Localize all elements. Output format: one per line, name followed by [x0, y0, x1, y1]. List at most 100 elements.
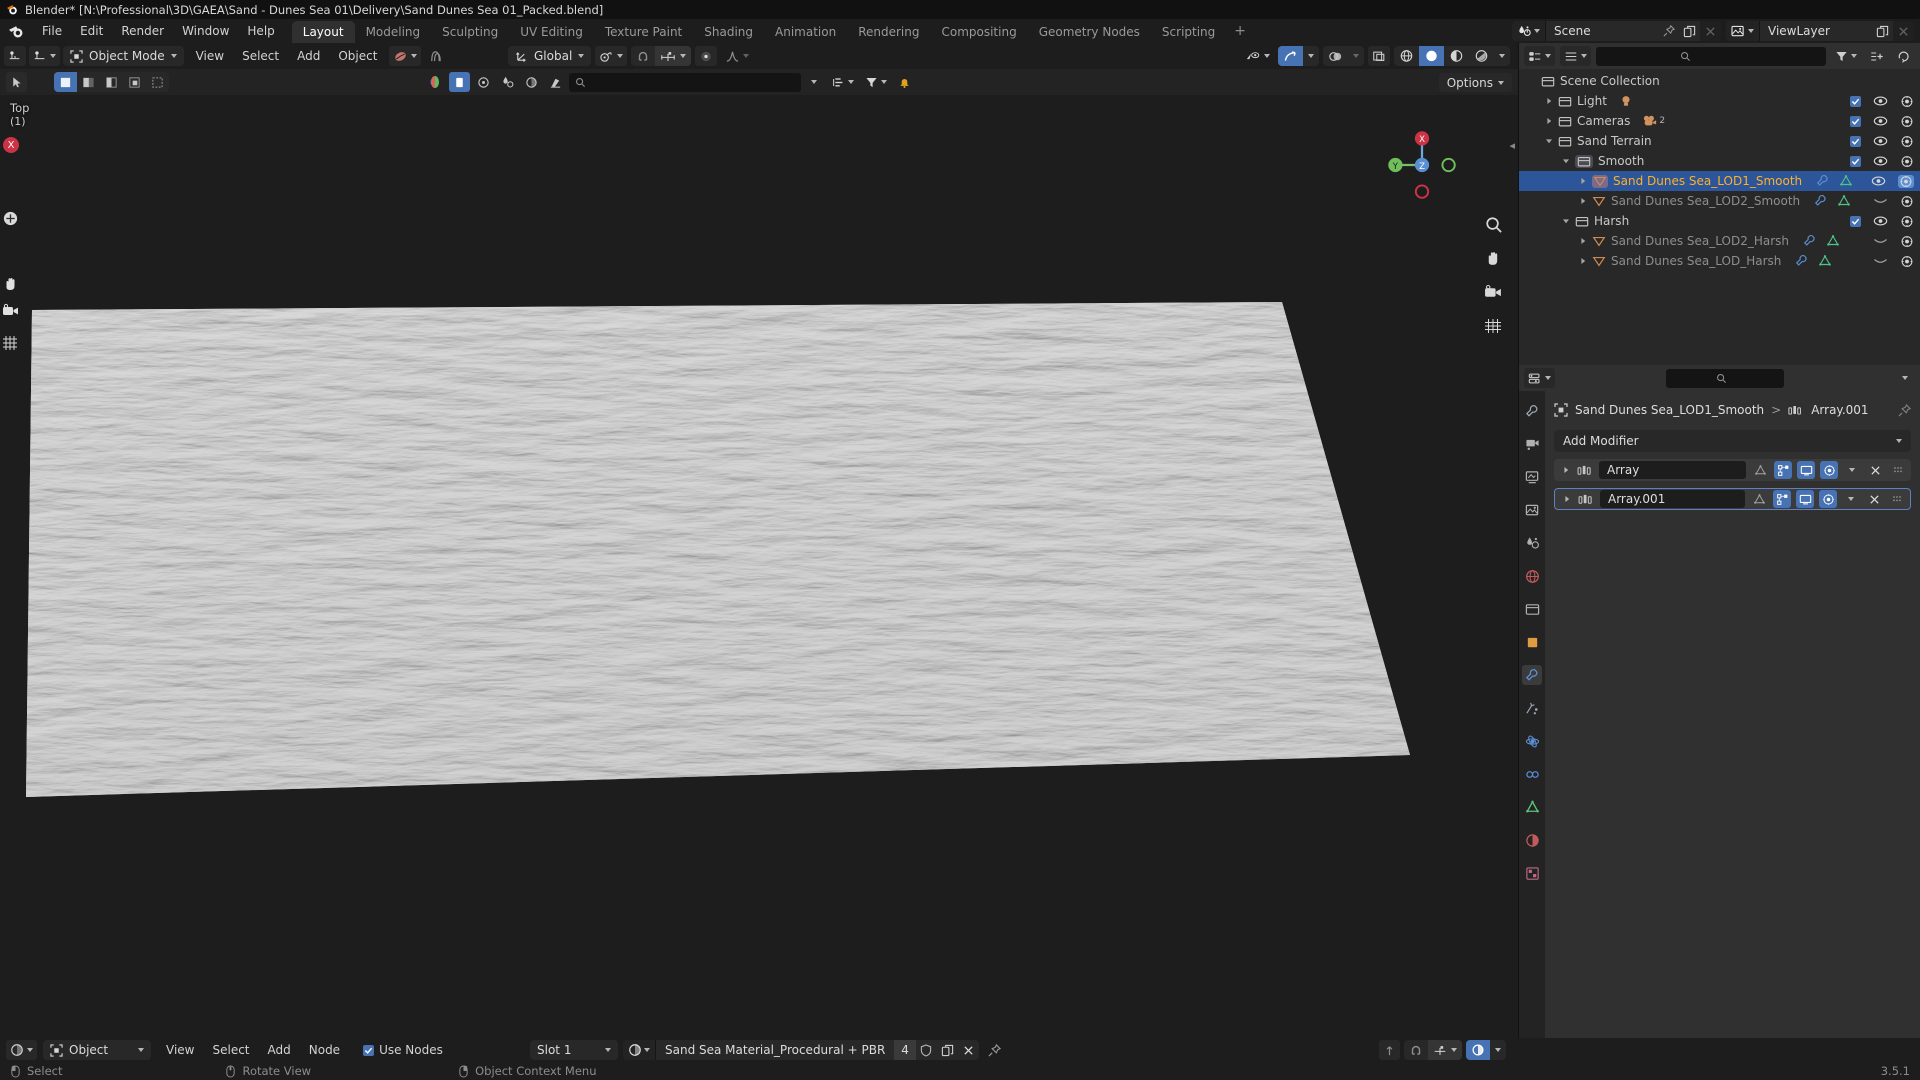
node-menu-view[interactable]: View — [157, 1040, 203, 1060]
tab-object-data[interactable] — [1522, 797, 1542, 817]
mode-icon-button[interactable] — [29, 46, 60, 66]
shading-dropdown[interactable] — [1494, 46, 1510, 66]
tab-physics[interactable] — [1522, 731, 1542, 751]
select-intersect-button[interactable] — [146, 72, 169, 92]
pin-scene-button[interactable] — [1658, 21, 1679, 41]
render-visibility-icon[interactable] — [1900, 195, 1914, 208]
add-workspace-button[interactable]: + — [1226, 20, 1254, 42]
outliner-search-input[interactable] — [1596, 46, 1826, 66]
menu-edit[interactable]: Edit — [71, 22, 112, 41]
edit-mode-display-toggle[interactable] — [1773, 490, 1791, 508]
remove-modifier-button[interactable] — [1866, 461, 1884, 479]
delete-scene-button[interactable] — [1700, 21, 1721, 41]
texture-paint-brush-icon[interactable] — [545, 72, 566, 92]
workspace-tab-compositing[interactable]: Compositing — [930, 21, 1027, 43]
exclude-checkbox[interactable] — [1850, 155, 1861, 167]
modifier-extras-dropdown[interactable] — [1843, 461, 1861, 479]
modifier-name-field[interactable]: Array.001 — [1600, 490, 1745, 508]
render-visibility-icon[interactable] — [1900, 255, 1914, 268]
transform-orientation-dropdown[interactable]: Global — [508, 46, 592, 66]
disclosure-down-icon[interactable] — [1542, 137, 1555, 145]
node-menu-node[interactable]: Node — [300, 1040, 349, 1060]
outliner-row[interactable]: Cameras 2 — [1519, 111, 1920, 131]
menu-render[interactable]: Render — [112, 22, 173, 41]
select-subtract-button[interactable] — [100, 72, 123, 92]
workspace-tab-geometry-nodes[interactable]: Geometry Nodes — [1028, 21, 1151, 43]
viewport-search-input[interactable] — [569, 72, 801, 92]
outliner-row[interactable]: Sand Dunes Sea_LOD2_Smooth — [1519, 191, 1920, 211]
tab-material[interactable] — [1522, 830, 1542, 850]
modifier-drag-handle[interactable] — [1889, 461, 1907, 479]
new-scene-button[interactable] — [1679, 21, 1700, 41]
material-name-field[interactable]: Sand Sea Material_Procedural + PBR — [656, 1040, 895, 1060]
go-to-parent-node-tree-button[interactable] — [1379, 1040, 1400, 1060]
outliner-tree[interactable]: Scene Collection Light Cameras 2 Sand Terrai… — [1519, 69, 1920, 365]
menu-help[interactable]: Help — [238, 22, 283, 41]
object-mode-dropdown[interactable]: Object Mode — [63, 46, 184, 66]
workspace-tab-animation[interactable]: Animation — [764, 21, 847, 43]
select-mode-group[interactable] — [54, 72, 169, 92]
render-display-toggle[interactable] — [1819, 490, 1837, 508]
outliner-row[interactable]: Sand Dunes Sea_LOD2_Harsh — [1519, 231, 1920, 251]
disclosure-right-icon[interactable] — [1576, 257, 1589, 265]
outliner-display-mode-dropdown[interactable] — [1560, 46, 1591, 66]
shading-modes-group[interactable] — [1394, 46, 1510, 66]
modifier-expand-icon[interactable] — [1561, 495, 1573, 503]
material-selector[interactable]: Sand Sea Material_Procedural + PBR 4 — [623, 1040, 979, 1060]
sort-options-dropdown[interactable] — [827, 72, 858, 92]
fake-user-shield-button[interactable] — [915, 1040, 937, 1060]
material-preview-button[interactable] — [1444, 46, 1469, 66]
outliner-new-collection-icon[interactable] — [1866, 46, 1888, 66]
shader-editor-type-button[interactable] — [6, 1040, 37, 1060]
node-menu-add[interactable]: Add — [259, 1040, 300, 1060]
tab-object[interactable] — [1522, 632, 1542, 652]
node-snap-magnet-icon[interactable] — [1404, 1040, 1428, 1060]
eye-open-icon[interactable] — [1873, 155, 1888, 167]
tab-view-layer[interactable] — [1522, 500, 1542, 520]
scene-selector[interactable]: Scene — [1512, 21, 1721, 41]
exclude-checkbox[interactable] — [1850, 215, 1861, 227]
workspace-tab-sculpting[interactable]: Sculpting — [431, 21, 509, 43]
tab-tool[interactable] — [1522, 401, 1542, 421]
viewport-menu-add[interactable]: Add — [288, 46, 329, 66]
overlays-dropdown[interactable] — [1348, 46, 1364, 66]
render-visibility-icon[interactable] — [1900, 95, 1914, 108]
tab-particles[interactable] — [1522, 698, 1542, 718]
properties-options-dropdown[interactable] — [1895, 368, 1915, 388]
outliner-row[interactable]: Light — [1519, 91, 1920, 111]
render-visibility-icon[interactable] — [1900, 155, 1914, 168]
workspace-tab-modeling[interactable]: Modeling — [355, 21, 432, 43]
tab-texture[interactable] — [1522, 863, 1542, 883]
node-menu-select[interactable]: Select — [203, 1040, 258, 1060]
snapping-group[interactable] — [631, 46, 692, 66]
workspace-tab-layout[interactable]: Layout — [291, 21, 355, 43]
on-cage-toggle[interactable] — [1751, 461, 1769, 479]
pivot-point-dropdown[interactable] — [595, 46, 628, 66]
new-material-button[interactable] — [936, 1040, 958, 1060]
use-nodes-checkbox-box[interactable] — [363, 1044, 375, 1056]
remove-viewlayer-button[interactable] — [1893, 21, 1914, 41]
tab-constraints[interactable] — [1522, 764, 1542, 784]
eye-open-icon[interactable] — [1873, 115, 1888, 127]
outliner-row[interactable]: Sand Dunes Sea_LOD1_Smooth — [1519, 171, 1920, 191]
modifier-expand-icon[interactable] — [1560, 466, 1572, 474]
gizmo-dropdown[interactable] — [1303, 46, 1319, 66]
search-dropdown[interactable] — [804, 72, 824, 92]
modifier-name-field[interactable]: Array — [1599, 461, 1746, 479]
show-overlays-toggle[interactable] — [1323, 46, 1348, 66]
viewlayer-name-field[interactable]: ViewLayer — [1760, 21, 1872, 41]
proportional-falloff-dropdown[interactable] — [721, 46, 753, 66]
render-visibility-icon[interactable] — [1900, 135, 1914, 148]
modifier-drag-handle[interactable] — [1888, 490, 1906, 508]
select-set-button[interactable] — [54, 72, 77, 92]
modifier-row[interactable]: Array — [1554, 459, 1911, 481]
blender-menu-icon[interactable] — [8, 23, 25, 40]
workspace-tab-shading[interactable]: Shading — [693, 21, 764, 43]
tab-modifiers[interactable] — [1522, 665, 1542, 685]
eye-closed-icon[interactable] — [1873, 255, 1888, 267]
tab-world[interactable] — [1522, 566, 1542, 586]
viewlayer-selector[interactable]: ViewLayer — [1726, 21, 1914, 41]
disclosure-right-icon[interactable] — [1576, 197, 1589, 205]
pin-material-button[interactable] — [984, 1040, 1005, 1060]
remove-modifier-button[interactable] — [1865, 490, 1883, 508]
